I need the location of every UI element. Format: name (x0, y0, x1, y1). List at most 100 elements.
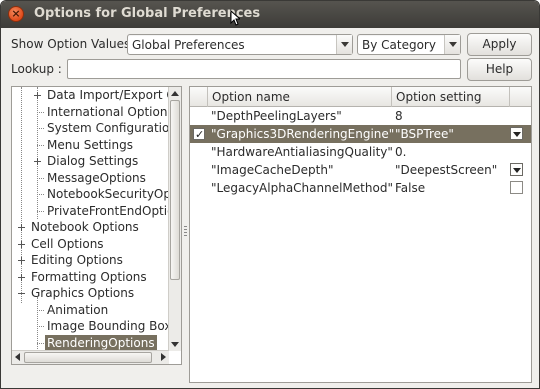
tree-guide-line (37, 194, 44, 195)
scroll-left-icon[interactable] (15, 353, 20, 361)
pane-splitter[interactable] (182, 86, 189, 365)
table-row[interactable]: "DepthPeelingLayers" 8 (190, 107, 531, 125)
expand-icon[interactable] (34, 92, 41, 99)
tree-item-label: System Configuration (47, 121, 177, 135)
expand-icon[interactable] (18, 240, 25, 248)
close-button[interactable]: × (8, 6, 24, 22)
table-row[interactable]: "LegacyAlphaChannelMethod" False (190, 179, 531, 197)
table-row[interactable]: "Graphics3DRenderingEngine""BSPTree" (190, 125, 531, 144)
tree-item-label: Menu Settings (47, 137, 133, 152)
tree-horizontal-scrollbar[interactable] (12, 350, 169, 364)
scope-dropdown-value: Global Preferences (132, 38, 245, 52)
tree-item-label: MessageOptions (47, 170, 146, 185)
scroll-down-icon[interactable] (171, 342, 179, 347)
tree-item[interactable]: International Options (12, 104, 174, 121)
option-name-cell: "Graphics3DRenderingEngine" (211, 127, 395, 141)
chevron-down-icon[interactable] (336, 35, 352, 54)
tree-item[interactable]: Notebook Options (12, 219, 169, 236)
tree-item-label: Data Import/Export Opti (47, 88, 182, 102)
tree-item[interactable]: Dialog Settings (12, 153, 169, 170)
apply-button[interactable]: Apply (467, 33, 532, 56)
option-setting-cell[interactable]: 8 (395, 107, 403, 125)
row-checkbox[interactable] (193, 126, 205, 144)
option-setting-cell[interactable]: "DeepestScreen" (395, 161, 497, 179)
tree-vertical-scroll-thumb[interactable] (170, 100, 180, 280)
setting-checkbox[interactable] (510, 181, 523, 194)
lookup-label: Lookup : (11, 62, 62, 76)
option-category-tree[interactable]: Data Import/Export Opti International Opt… (11, 86, 182, 365)
expand-icon[interactable] (18, 273, 25, 281)
tree-item[interactable]: Editing Options (12, 252, 169, 269)
table-row[interactable]: "HardwareAntialiasingQuality" 0. (190, 143, 531, 161)
expand-icon[interactable] (34, 158, 41, 165)
option-name-cell: "ImageCacheDepth" (211, 163, 334, 177)
option-setting-cell[interactable]: False (395, 179, 425, 197)
tree-item-label: International Options (47, 104, 174, 119)
lookup-input[interactable] (67, 59, 461, 79)
table-header: Option name Option setting (190, 87, 531, 107)
tree-item[interactable]: Animation (12, 302, 169, 319)
option-setting-header[interactable]: Option setting (392, 87, 510, 107)
expand-icon[interactable] (18, 257, 25, 264)
tree-guide-line (37, 210, 44, 212)
tree-guide-line (37, 177, 44, 179)
tree-item[interactable]: NotebookSecurityOptio (12, 186, 181, 203)
tree-item-label: NotebookSecurityOptio (47, 187, 182, 201)
tree-item-label: Image Bounding Box (47, 319, 172, 333)
option-name-cell: "LegacyAlphaChannelMethod" (211, 181, 393, 195)
expand-icon[interactable] (18, 224, 25, 231)
mouse-cursor-icon (230, 10, 240, 26)
option-name-cell: "HardwareAntialiasingQuality" (211, 145, 393, 159)
collapse-icon[interactable] (18, 290, 25, 297)
option-name-header[interactable]: Option name (208, 87, 392, 107)
tree-item[interactable]: System Configuration (12, 120, 177, 137)
tree-item-label: Cell Options (31, 236, 104, 251)
control-column-header (510, 87, 531, 107)
tree-horizontal-scroll-thumb[interactable] (24, 352, 152, 363)
scroll-right-icon[interactable] (161, 353, 166, 361)
tree-item[interactable]: Image Bounding Box (12, 318, 172, 335)
tree-item[interactable]: Menu Settings (12, 137, 169, 154)
chevron-down-icon[interactable] (510, 163, 523, 176)
chevron-down-icon[interactable] (444, 35, 460, 54)
tree-item-label: Animation (47, 302, 109, 317)
tree-guide-line (37, 128, 44, 129)
tree-item-label: PrivateFrontEndOptions (47, 203, 182, 218)
tree-guide-line (37, 144, 44, 146)
tree-item[interactable]: Formatting Options (12, 269, 169, 286)
title-bar[interactable]: × Options for Global Preferences (1, 1, 539, 28)
tree-guide-line (37, 309, 44, 311)
grouping-dropdown[interactable]: By Category (357, 34, 461, 55)
tree-item[interactable]: Data Import/Export Opti (12, 87, 181, 104)
tree-item[interactable]: RenderingOptions (12, 334, 169, 352)
help-button[interactable]: Help (467, 58, 532, 81)
tree-item[interactable]: PrivateFrontEndOptions (12, 203, 181, 220)
options-window: × Options for Global Preferences Show Op… (0, 0, 540, 389)
tree-item-label: Notebook Options (31, 220, 139, 234)
chevron-down-icon[interactable] (510, 127, 523, 140)
tree-item[interactable]: Cell Options (12, 236, 169, 253)
tree-item-label: Editing Options (31, 253, 123, 267)
close-icon[interactable]: × (11, 7, 20, 20)
tree-item-label: RenderingOptions (45, 334, 157, 351)
tree-guide-line (37, 326, 44, 327)
splitter-grip-icon[interactable] (184, 226, 187, 236)
check-column-header (190, 87, 208, 107)
scroll-up-icon[interactable] (171, 91, 179, 96)
tree-item-label: Formatting Options (31, 269, 147, 284)
tree-item-label: Graphics Options (31, 286, 135, 300)
window-title: Options for Global Preferences (34, 6, 261, 21)
grouping-dropdown-value: By Category (362, 38, 436, 52)
scope-dropdown[interactable]: Global Preferences (127, 34, 353, 55)
tree-item[interactable]: MessageOptions (12, 170, 169, 187)
option-setting-cell[interactable]: 0. (395, 143, 406, 161)
tree-item-label: Dialog Settings (47, 154, 139, 168)
tree-guide-line (37, 111, 44, 113)
option-setting-cell[interactable]: "BSPTree" (395, 125, 454, 143)
tree-vertical-scrollbar[interactable] (168, 87, 181, 351)
tree-guide-line (37, 342, 44, 344)
table-row[interactable]: "ImageCacheDepth" "DeepestScreen" (190, 161, 531, 179)
tree-item[interactable]: Graphics Options (12, 285, 169, 302)
options-table[interactable]: Option name Option setting "DepthPeeling… (189, 86, 532, 383)
option-name-cell: "DepthPeelingLayers" (211, 109, 342, 123)
